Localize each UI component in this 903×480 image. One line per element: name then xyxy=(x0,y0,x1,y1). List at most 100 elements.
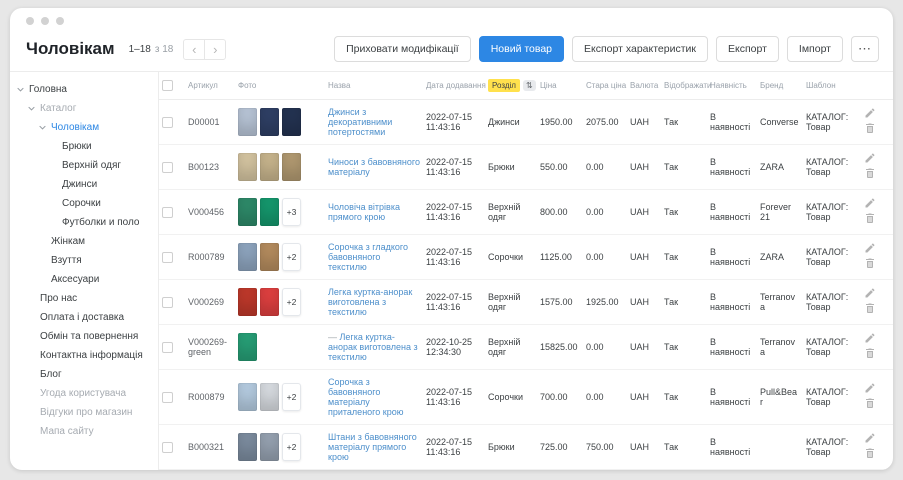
sidebar-item-label: Головна xyxy=(29,84,67,95)
product-link[interactable]: Легка куртка-анорак виготовлена з тексти… xyxy=(328,332,418,362)
sidebar-item[interactable]: Сорочки xyxy=(49,194,154,213)
sidebar-item[interactable]: Оплата і доставка xyxy=(27,308,154,327)
more-photos-badge[interactable]: +2 xyxy=(282,288,301,316)
window-dot[interactable] xyxy=(41,17,49,25)
page-header: Чоловікам 1–18 з 18 ‹ › Приховати модифі… xyxy=(10,34,893,71)
photos-cell: +2 xyxy=(235,280,325,325)
product-photo[interactable] xyxy=(238,383,257,411)
product-photo[interactable] xyxy=(260,198,279,226)
row-checkbox[interactable] xyxy=(162,392,173,403)
hide-modifications-button[interactable]: Приховати модифікації xyxy=(334,36,471,62)
sidebar-item-label: Футболки и поло xyxy=(62,217,139,228)
export-characteristics-button[interactable]: Експорт характеристик xyxy=(572,36,708,62)
sidebar-item[interactable]: Контактна інформація xyxy=(27,346,154,365)
more-photos-badge[interactable]: +3 xyxy=(282,198,301,226)
row-checkbox[interactable] xyxy=(162,297,173,308)
product-photo[interactable] xyxy=(260,153,279,181)
edit-button[interactable] xyxy=(862,332,878,347)
delete-button[interactable] xyxy=(862,397,878,412)
sidebar-item[interactable]: Жінкам xyxy=(38,232,154,251)
edit-button[interactable] xyxy=(862,382,878,397)
edit-button[interactable] xyxy=(862,432,878,447)
brand-cell: Pull&Bear xyxy=(757,370,803,425)
delete-button[interactable] xyxy=(862,257,878,272)
row-checkbox[interactable] xyxy=(162,162,173,173)
edit-button[interactable] xyxy=(862,152,878,167)
window-dot[interactable] xyxy=(26,17,34,25)
window-dot[interactable] xyxy=(56,17,64,25)
currency-cell: UAH xyxy=(627,470,661,471)
sidebar-item[interactable]: Обмін та повернення xyxy=(27,327,154,346)
sort-icon[interactable]: ⇅ xyxy=(523,80,536,91)
product-link[interactable]: Сорочка з гладкого бавовняного текстилю xyxy=(328,242,408,272)
product-photo[interactable] xyxy=(238,433,257,461)
content-area: Головна КаталогЧоловікамБрюкиВерхній одяг… xyxy=(10,71,893,470)
row-checkbox[interactable] xyxy=(162,207,173,218)
sidebar-item[interactable]: Верхній одяг xyxy=(49,156,154,175)
section-cell: Сорочки xyxy=(485,235,537,280)
product-photo[interactable] xyxy=(238,108,257,136)
sidebar-item[interactable]: Про нас xyxy=(27,289,154,308)
row-checkbox[interactable] xyxy=(162,117,173,128)
sidebar-item[interactable]: Брюки xyxy=(49,137,154,156)
select-all-checkbox[interactable] xyxy=(162,80,173,91)
product-photo[interactable] xyxy=(238,243,257,271)
product-link[interactable]: Легка куртка-анорак виготовлена з тексти… xyxy=(328,287,412,317)
sidebar-item[interactable]: Мапа сайту xyxy=(27,422,154,441)
product-photo[interactable] xyxy=(260,288,279,316)
delete-button[interactable] xyxy=(862,447,878,462)
product-photo[interactable] xyxy=(260,243,279,271)
sidebar-item[interactable]: Блог xyxy=(27,365,154,384)
product-photo[interactable] xyxy=(282,108,301,136)
delete-button[interactable] xyxy=(862,302,878,317)
edit-button[interactable] xyxy=(862,197,878,212)
delete-button[interactable] xyxy=(862,347,878,362)
edit-button[interactable] xyxy=(862,107,878,122)
product-link[interactable]: Чиноси з бавовняного матеріалу xyxy=(328,157,420,177)
export-button[interactable]: Експорт xyxy=(716,36,779,62)
product-link[interactable]: Джинси з декоративними потертостями xyxy=(328,107,392,137)
product-photo[interactable] xyxy=(260,108,279,136)
more-photos-badge[interactable]: +2 xyxy=(282,383,301,411)
product-photo[interactable] xyxy=(260,433,279,461)
product-photo[interactable] xyxy=(282,153,301,181)
sidebar-item[interactable]: Взуття xyxy=(38,251,154,270)
old-price-cell: 0.00 xyxy=(583,190,627,235)
more-photos-badge[interactable]: +2 xyxy=(282,243,301,271)
product-photo[interactable] xyxy=(238,153,257,181)
sku-cell: R000789 xyxy=(185,235,235,280)
edit-button[interactable] xyxy=(862,287,878,302)
product-photo[interactable] xyxy=(260,383,279,411)
prev-page-button[interactable]: ‹ xyxy=(183,39,205,60)
new-product-button[interactable]: Новий товар xyxy=(479,36,564,62)
old-price-cell: 0.00 xyxy=(583,325,627,370)
sidebar-item[interactable]: Аксесуари xyxy=(38,270,154,289)
product-link[interactable]: Штани з бавовняного матеріалу прямого кр… xyxy=(328,432,417,462)
import-button[interactable]: Імпорт xyxy=(787,36,843,62)
sidebar-item[interactable]: Відгуки про магазин xyxy=(27,403,154,422)
more-actions-button[interactable]: ⋯ xyxy=(851,36,879,62)
sidebar-item[interactable]: Головна xyxy=(16,80,154,99)
edit-button[interactable] xyxy=(862,242,878,257)
row-checkbox[interactable] xyxy=(162,442,173,453)
display-cell: Так xyxy=(661,325,707,370)
sidebar-item[interactable]: Каталог xyxy=(27,99,154,118)
row-checkbox[interactable] xyxy=(162,252,173,263)
display-cell: Так xyxy=(661,370,707,425)
delete-button[interactable] xyxy=(862,122,878,137)
delete-button[interactable] xyxy=(862,167,878,182)
delete-button[interactable] xyxy=(862,212,878,227)
product-link[interactable]: Сорочка з бавовняного матеріалу притален… xyxy=(328,377,403,417)
toolbar: Приховати модифікації Новий товар Експор… xyxy=(334,36,879,62)
sidebar-item[interactable]: Джинси xyxy=(49,175,154,194)
product-photo[interactable] xyxy=(238,333,257,361)
row-checkbox[interactable] xyxy=(162,342,173,353)
next-page-button[interactable]: › xyxy=(204,39,226,60)
more-photos-badge[interactable]: +2 xyxy=(282,433,301,461)
product-photo[interactable] xyxy=(238,288,257,316)
product-link[interactable]: Чоловіча вітрівка прямого крою xyxy=(328,202,400,222)
product-photo[interactable] xyxy=(238,198,257,226)
sidebar-item[interactable]: Угода користувача xyxy=(27,384,154,403)
sidebar-item[interactable]: Футболки и поло xyxy=(49,213,154,232)
sidebar-item[interactable]: Чоловікам xyxy=(38,118,154,137)
